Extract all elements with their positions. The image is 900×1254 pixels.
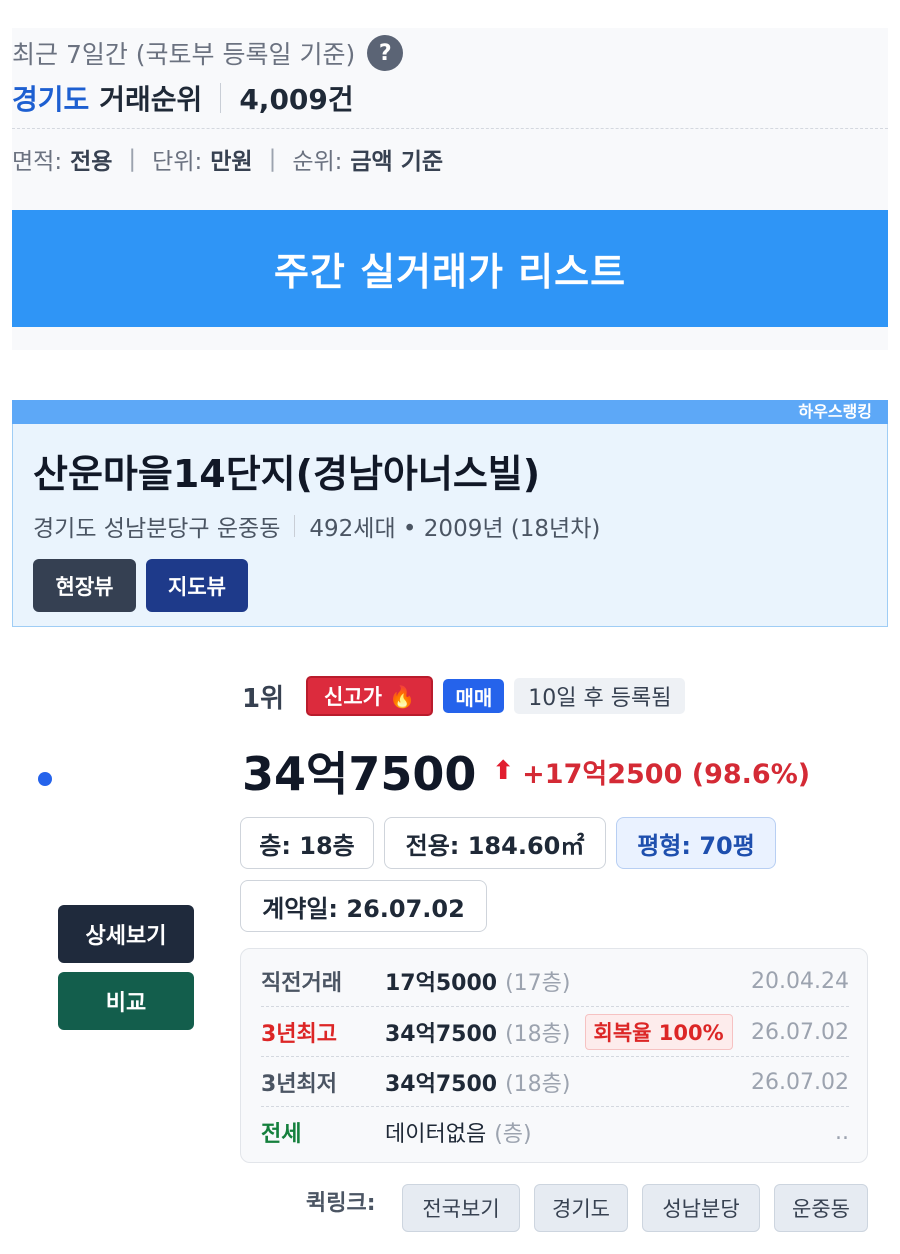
- brand-label: 하우스랭킹: [798, 402, 872, 421]
- history-price: 데이터없음: [385, 1122, 487, 1147]
- history-floor: (18층): [505, 1022, 571, 1047]
- filter-unit-key: 단위:: [152, 149, 203, 175]
- history-label: 3년최저: [261, 1072, 338, 1097]
- area-chip: 전용: 184.60㎡: [384, 817, 606, 869]
- history-price: 34억7500: [385, 1022, 498, 1047]
- apartment-card: 하우스랭킹 산운마을14단지(경남아너스빌) 경기도 성남분당구 운중동 492…: [12, 400, 888, 627]
- history-floor: (17층): [505, 971, 571, 996]
- compare-button[interactable]: 비교: [58, 972, 194, 1030]
- ranking-header: 경기도 거래순위 4,009건: [12, 78, 354, 118]
- filter-sort-value: 금액 기준: [350, 149, 444, 175]
- history-date: 26.07.02: [751, 1069, 849, 1095]
- arrow-up-icon: ⬆: [492, 756, 515, 786]
- filter-area-key: 면적:: [12, 149, 63, 175]
- price-history: 직전거래 17억5000 (17층) 20.04.24 3년최고 34억7500…: [240, 948, 868, 1163]
- history-date: 26.07.02: [751, 1019, 849, 1045]
- bullet-dot: [38, 772, 52, 786]
- deal-price: 34억7500: [242, 747, 477, 801]
- filter-separator: |: [268, 146, 277, 172]
- period-text: 최근 7일간 (국토부 등록일 기준): [12, 40, 356, 69]
- price-row: 34억7500 ⬆ +17억2500 (98.6%): [242, 740, 810, 802]
- recovery-badge: 회복율 100%: [584, 1014, 733, 1050]
- apartment-address-line: 경기도 성남분당구 운중동 492세대 • 2009년 (18년차): [33, 509, 600, 543]
- filter-separator: |: [128, 146, 137, 172]
- contract-date-chip: 계약일: 26.07.02: [240, 880, 487, 932]
- quicklink-seongnam-bundang[interactable]: 성남분당: [642, 1184, 760, 1232]
- apartment-meta: 492세대 • 2009년 (18년차): [309, 516, 601, 542]
- history-price: 34억7500: [385, 1072, 498, 1097]
- listing-rank: 1위: [242, 683, 285, 714]
- quicklink-nationwide[interactable]: 전국보기: [402, 1184, 520, 1232]
- history-label: 3년최고: [261, 1022, 338, 1047]
- sale-type-badge: 매매: [443, 679, 505, 713]
- history-label: 전세: [261, 1122, 302, 1147]
- registered-badge: 10일 후 등록됨: [514, 678, 686, 714]
- rank-label: 거래순위: [99, 83, 203, 116]
- listing-badges: 1위 신고가 🔥 매매 10일 후 등록됨: [242, 675, 686, 717]
- question-icon[interactable]: ?: [367, 35, 404, 71]
- history-row-previous: 직전거래 17억5000 (17층) 20.04.24: [261, 956, 849, 1006]
- floor-chip: 층: 18층: [240, 817, 374, 869]
- history-row-jeonse: 전세 데이터없음 (층) ..: [261, 1107, 849, 1157]
- filter-area-value: 전용: [70, 149, 113, 175]
- history-date: ..: [835, 1119, 849, 1145]
- apartment-address: 경기도 성남분당구 운중동: [33, 516, 281, 542]
- period-info: 최근 7일간 (국토부 등록일 기준) ?: [12, 35, 404, 71]
- price-change: +17억2500 (98.6%): [522, 758, 811, 790]
- region-name[interactable]: 경기도: [12, 78, 89, 118]
- history-floor: (18층): [505, 1072, 571, 1097]
- history-price: 17억5000: [385, 971, 498, 996]
- quicklink-label: 퀵링크:: [306, 1191, 376, 1216]
- history-row-3y-high: 3년최고 34억7500 (18층) 회복율 100% 26.07.02: [261, 1007, 849, 1057]
- deal-count: 4,009건: [239, 83, 354, 116]
- site-view-button[interactable]: 현장뷰: [33, 559, 136, 612]
- apartment-name[interactable]: 산운마을14단지(경남아너스빌): [33, 443, 540, 498]
- filter-unit-value: 만원: [210, 149, 253, 175]
- divider: [220, 83, 222, 113]
- quicklink-gyeonggi[interactable]: 경기도: [534, 1184, 628, 1232]
- card-header-bar: 하우스랭킹: [12, 400, 888, 424]
- map-view-button[interactable]: 지도뷰: [146, 559, 248, 612]
- history-floor: (층): [494, 1122, 532, 1147]
- weekly-list-button[interactable]: 주간 실거래가 리스트: [12, 210, 888, 327]
- history-label: 직전거래: [261, 971, 342, 996]
- divider: [12, 128, 888, 129]
- summary-panel: 최근 7일간 (국토부 등록일 기준) ? 경기도 거래순위 4,009건 면적…: [12, 28, 888, 350]
- divider: [294, 515, 296, 537]
- new-high-badge: 신고가 🔥: [306, 676, 434, 716]
- filter-sort-key: 순위:: [292, 149, 343, 175]
- history-date: 20.04.24: [751, 968, 849, 994]
- detail-button[interactable]: 상세보기: [58, 905, 194, 963]
- pyeong-chip: 평형: 70평: [616, 817, 776, 869]
- quicklink-unjung-dong[interactable]: 운중동: [774, 1184, 868, 1232]
- history-row-3y-low: 3년최저 34억7500 (18층) 26.07.02: [261, 1057, 849, 1107]
- filter-info: 면적: 전용 | 단위: 만원 | 순위: 금액 기준: [12, 142, 443, 176]
